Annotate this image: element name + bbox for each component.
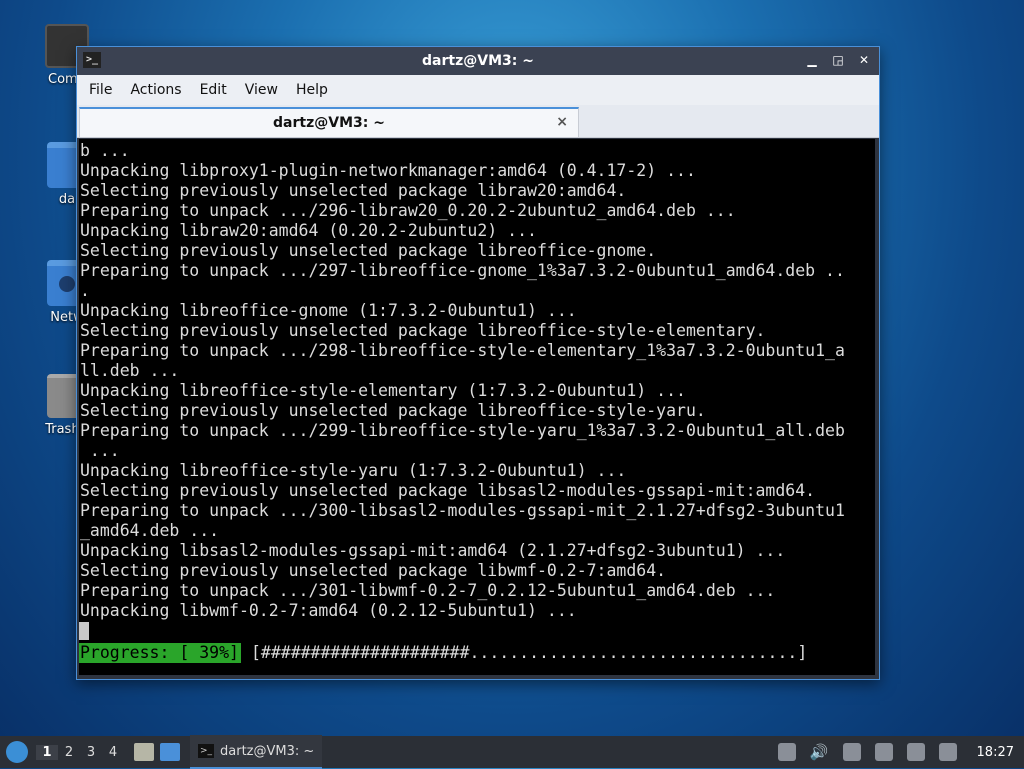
clock: 18:27: [976, 744, 1014, 760]
terminal-line: Selecting previously unselected package …: [80, 561, 667, 580]
terminal-line: Selecting previously unselected package …: [80, 481, 816, 500]
terminal-window: >_ dartz@VM3: ~ ▁ ◲ ✕ File Actions Edit …: [76, 46, 880, 680]
system-tray: 🔊 18:27: [777, 743, 1024, 761]
terminal-line: Unpacking libproxy1-plugin-networkmanage…: [80, 161, 696, 180]
minimize-icon[interactable]: ▁: [803, 51, 821, 69]
taskbar: 1 2 3 4 >_ dartz@VM3: ~ 🔊 18:27: [0, 735, 1024, 769]
terminal-line: ll.deb ...: [80, 361, 180, 380]
terminal-line: ...: [80, 441, 120, 460]
workspace-2[interactable]: 2: [58, 745, 80, 760]
tab-terminal[interactable]: dartz@VM3: ~ ×: [79, 107, 579, 137]
menu-actions[interactable]: Actions: [122, 82, 189, 98]
menu-edit[interactable]: Edit: [192, 82, 235, 98]
tab-label: dartz@VM3: ~: [273, 115, 385, 131]
progress-line: Progress: [ 39%] [#####################.…: [79, 643, 875, 663]
terminal-line: Preparing to unpack .../296-libraw20_0.2…: [80, 201, 736, 220]
volume-icon[interactable]: 🔊: [810, 743, 829, 761]
text-cursor: [79, 622, 89, 640]
notification-icon[interactable]: [938, 743, 957, 761]
terminal-line: Selecting previously unselected package …: [80, 401, 706, 420]
terminal-app-icon: >_: [83, 52, 101, 68]
menu-help[interactable]: Help: [288, 82, 336, 98]
updates-icon[interactable]: [777, 743, 796, 761]
desktop-icon-label: da: [58, 192, 76, 207]
terminal-task-icon: >_: [198, 744, 214, 758]
terminal-line: b ...: [80, 141, 130, 160]
terminal-lines: b ... Unpacking libproxy1-plugin-networkm…: [79, 139, 875, 621]
tab-bar: dartz@VM3: ~ ×: [77, 105, 879, 138]
workspace-3[interactable]: 3: [80, 745, 102, 760]
window-title: dartz@VM3: ~: [422, 53, 534, 69]
taskbar-item-label: dartz@VM3: ~: [220, 743, 315, 759]
start-menu-icon[interactable]: [6, 741, 28, 763]
terminal-line: Selecting previously unselected package …: [80, 321, 766, 340]
terminal-line: Preparing to unpack .../299-libreoffice-…: [80, 421, 845, 440]
tab-close-icon[interactable]: ×: [556, 114, 568, 130]
menu-view[interactable]: View: [237, 82, 286, 98]
terminal-line: Preparing to unpack .../301-libwmf-0.2-7…: [80, 581, 776, 600]
close-icon[interactable]: ✕: [855, 51, 873, 69]
file-manager-icon[interactable]: [134, 743, 154, 761]
network-icon[interactable]: [874, 743, 893, 761]
terminal-line: Preparing to unpack .../298-libreoffice-…: [80, 341, 845, 360]
terminal-line: _amd64.deb ...: [80, 521, 220, 540]
taskbar-item-terminal[interactable]: >_ dartz@VM3: ~: [190, 735, 323, 769]
menu-file[interactable]: File: [81, 82, 120, 98]
show-desktop-icon[interactable]: [160, 743, 180, 761]
terminal-line: Unpacking libsasl2-modules-gssapi-mit:am…: [80, 541, 786, 560]
terminal-line: Unpacking libreoffice-style-yaru (1:7.3.…: [80, 461, 627, 480]
window-controls: ▁ ◲ ✕: [803, 51, 873, 69]
power-icon[interactable]: [906, 743, 925, 761]
terminal-line: Unpacking libwmf-0.2-7:amd64 (0.2.12-5ub…: [80, 601, 577, 620]
progress-label: Progress: [ 39%]: [79, 643, 241, 663]
terminal-line: Unpacking libreoffice-gnome (1:7.3.2-0ub…: [80, 301, 577, 320]
progress-bar: [#####################..................…: [250, 643, 808, 662]
terminal-line: Preparing to unpack .../300-libsasl2-mod…: [80, 501, 845, 520]
terminal-line: .: [80, 281, 90, 300]
menu-bar: File Actions Edit View Help: [77, 75, 879, 105]
maximize-icon[interactable]: ◲: [829, 51, 847, 69]
terminal-cursor-line: [79, 621, 875, 641]
terminal-line: Preparing to unpack .../297-libreoffice-…: [80, 261, 845, 280]
terminal-line: Selecting previously unselected package …: [80, 181, 627, 200]
terminal-line: Unpacking libreoffice-style-elementary (…: [80, 381, 686, 400]
workspace-1[interactable]: 1: [36, 744, 58, 760]
terminal-line: Unpacking libraw20:amd64 (0.20.2-2ubuntu…: [80, 221, 537, 240]
workspace-4[interactable]: 4: [102, 745, 124, 760]
terminal-output[interactable]: b ... Unpacking libproxy1-plugin-networkm…: [79, 139, 875, 675]
terminal-line: Selecting previously unselected package …: [80, 241, 657, 260]
clipboard-icon[interactable]: [842, 743, 861, 761]
window-titlebar[interactable]: >_ dartz@VM3: ~ ▁ ◲ ✕: [77, 47, 879, 75]
